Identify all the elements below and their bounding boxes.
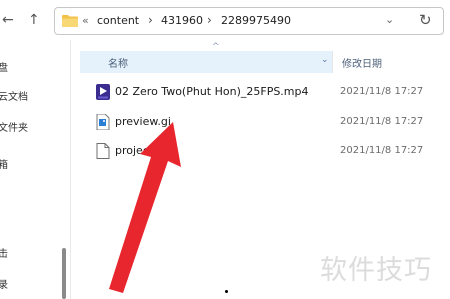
breadcrumb-separator: › [207,13,212,27]
chevron-down-icon[interactable]: ⌄ [385,13,394,26]
nav-pane-item[interactable] [0,184,1,195]
column-header-name[interactable]: 名称 [80,51,332,73]
nav-pane-item[interactable]: 盘 [0,59,8,74]
refresh-icon[interactable]: ↻ [419,11,432,29]
cursor-dot [225,290,228,293]
pane-divider [70,40,71,299]
navigation-pane: 盘 云文档 文件夹 箱 击 录 [0,40,62,299]
breadcrumb-separator: › [148,13,153,27]
file-row[interactable]: 02 Zero Two(Phut Hon)_25FPS.mp4 2021/11/… [80,81,450,103]
address-bar[interactable]: « content › 431960 › 2289975490 ⌄ ↻ [54,7,444,35]
watermark-text: 软件技巧 [320,255,432,286]
file-name[interactable]: project [115,144,153,157]
folder-icon [62,15,78,27]
file-date: 2021/11/8 17:27 [340,145,424,156]
file-row[interactable]: preview.gi 2021/11/8 17:27 [80,111,450,133]
nav-pane-item[interactable]: 录 [0,276,8,291]
back-arrow-icon[interactable]: ← [2,12,14,28]
nav-pane-item[interactable]: 箱 [0,156,8,171]
nav-pane-item[interactable] [0,213,1,224]
toolbar: ← ↑ « content › 431960 › 2289975490 ⌄ ↻ [0,0,450,40]
nav-pane-item[interactable]: 文件夹 [0,119,28,134]
up-arrow-icon[interactable]: ↑ [28,12,40,28]
file-date: 2021/11/8 17:27 [340,116,424,127]
video-player-icon [96,84,110,100]
file-name[interactable]: preview.gi [115,115,171,128]
image-file-icon [96,114,110,130]
chevron-down-icon[interactable]: ⌄ [321,55,329,65]
breadcrumb-item[interactable]: 431960 [161,14,203,27]
nav-pane-item[interactable]: 击 [0,245,8,260]
file-date: 2021/11/8 17:27 [340,86,424,97]
column-header-date-label: 修改日期 [342,59,382,70]
file-name[interactable]: 02 Zero Two(Phut Hon)_25FPS.mp4 [115,85,309,98]
breadcrumb-item[interactable]: 2289975490 [221,14,291,27]
column-header-name-label: 名称 [108,59,128,70]
column-header-date[interactable]: 修改日期 [332,51,450,73]
nav-pane-item[interactable]: 云文档 [0,88,28,103]
breadcrumb-item[interactable]: content [97,14,139,27]
breadcrumb-overflow[interactable]: « [82,14,89,27]
file-row[interactable]: project 2021/11/8 17:27 [80,140,450,162]
blank-file-icon [96,143,110,159]
nav-pane-scrollbar[interactable] [62,248,66,299]
